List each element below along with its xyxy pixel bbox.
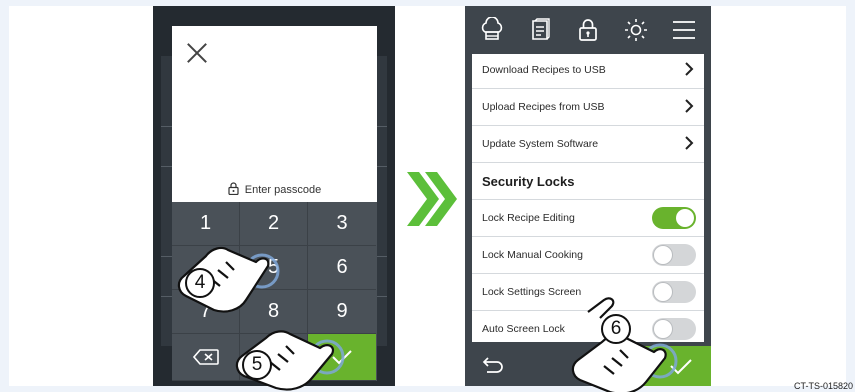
row-label: Upload Recipes from USB [482,101,605,113]
chef-hat-icon[interactable] [479,17,505,43]
download-recipes-row[interactable]: Download Recipes to USB [472,54,704,89]
callout-5: 5 [251,354,263,375]
double-chevron-right-icon [407,172,457,226]
row-label: Update System Software [482,138,599,150]
passcode-screen: Enter passcode 1 2 3 4 5 6 7 8 9 [153,6,395,386]
callout-6: 6 [610,318,622,339]
lock-recipe-editing-toggle[interactable] [652,207,696,229]
brightness-icon[interactable] [623,17,649,43]
key-3[interactable]: 3 [308,202,376,246]
key-1[interactable]: 1 [172,202,240,246]
auto-screen-lock-toggle[interactable] [652,318,696,340]
passcode-prompt-text: Enter passcode [244,184,322,196]
checkmark-icon [332,350,352,365]
row-label: Auto Screen Lock [482,323,565,335]
backspace-button[interactable] [172,334,240,381]
lock-settings-screen-row: Lock Settings Screen [472,274,704,311]
chevron-right-icon [685,136,694,150]
confirm-button[interactable] [308,334,376,381]
key-6[interactable]: 6 [308,246,376,290]
key-5[interactable]: 5 [240,246,308,290]
lock-manual-cooking-row: Lock Manual Cooking [472,237,704,274]
key-8[interactable]: 8 [240,290,308,334]
passcode-prompt: Enter passcode [172,182,377,196]
figure-code: CT-TS-015820 [793,381,853,391]
key-7[interactable]: 7 [172,290,240,334]
key-9[interactable]: 9 [308,290,376,334]
settings-screen: Download Recipes to USB Upload Recipes f… [465,6,711,386]
upload-recipes-row[interactable]: Upload Recipes from USB [472,89,704,126]
top-toolbar [465,6,711,54]
lock-settings-screen-toggle[interactable] [652,281,696,303]
callout-4: 4 [194,272,206,293]
row-label: Lock Manual Cooking [482,249,583,261]
chevron-right-icon [685,99,694,113]
auto-screen-lock-row: Auto Screen Lock [472,311,704,342]
backspace-icon [192,349,219,365]
row-label: Lock Recipe Editing [482,212,575,224]
passcode-dialog: Enter passcode 1 2 3 4 5 6 7 8 9 [172,26,377,381]
chevron-right-icon [685,62,694,76]
lock-icon[interactable] [575,17,601,43]
checkmark-icon [670,359,692,375]
lock-icon [228,182,239,195]
confirm-button[interactable] [641,346,711,386]
lock-recipe-editing-row: Lock Recipe Editing [472,200,704,237]
key-2[interactable]: 2 [240,202,308,246]
lock-manual-cooking-toggle[interactable] [652,244,696,266]
recipe-book-icon[interactable] [527,17,553,43]
row-label: Download Recipes to USB [482,64,606,76]
menu-icon[interactable] [671,17,697,43]
update-software-row[interactable]: Update System Software [472,126,704,163]
back-arrow-icon[interactable] [479,356,505,376]
security-locks-header: Security Locks [472,163,704,200]
row-label: Lock Settings Screen [482,286,582,298]
close-icon[interactable] [186,42,208,64]
settings-panel: Download Recipes to USB Upload Recipes f… [472,54,704,342]
